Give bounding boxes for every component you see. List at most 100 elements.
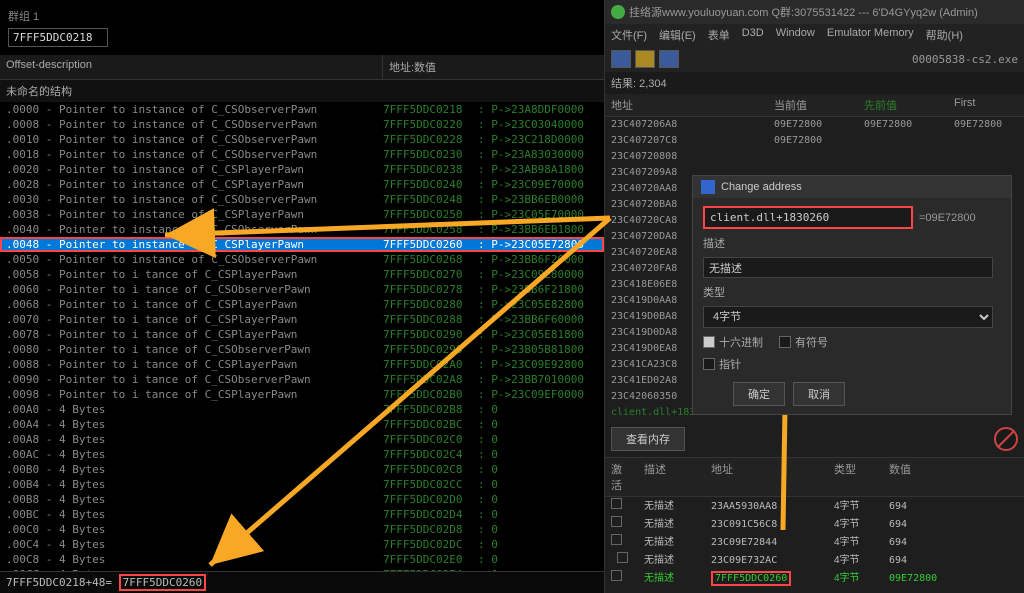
memory-row[interactable]: .0030 - Pointer to instance of C_CSObser… (0, 192, 604, 207)
checkbox-icon[interactable] (611, 516, 622, 527)
memory-row[interactable]: .0040 - Pointer to instance of C_CSObser… (0, 222, 604, 237)
memory-row[interactable]: .00B4 - 4 Bytes7FFF5DDC02CC: 0 (0, 477, 604, 492)
memory-row[interactable]: .0098 - Pointer to i tance of C_CSPlayer… (0, 387, 604, 402)
memory-row[interactable]: .00C8 - 4 Bytes7FFF5DDC02E0: 0 (0, 552, 604, 567)
memory-row[interactable]: .0000 - Pointer to instance of C_CSObser… (0, 102, 604, 117)
result-count: 结果: 2,304 (605, 72, 1024, 94)
header-addrval[interactable]: 地址:数值 (383, 55, 604, 79)
memory-row[interactable]: .00A0 - 4 Bytes7FFF5DDC02B8: 0 (0, 402, 604, 417)
bth-addr[interactable]: 地址 (705, 458, 828, 496)
scan-result-row[interactable]: 23C407207C809E72800 (605, 133, 1024, 149)
memory-list[interactable]: .0000 - Pointer to instance of C_CSObser… (0, 102, 604, 571)
memory-row[interactable]: .0008 - Pointer to instance of C_CSObser… (0, 117, 604, 132)
memory-row[interactable]: .0090 - Pointer to i tance of C_CSObserv… (0, 372, 604, 387)
app-icon (611, 5, 625, 19)
memory-row[interactable]: .00C4 - 4 Bytes7FFF5DDC02DC: 0 (0, 537, 604, 552)
cancel-button[interactable]: 取消 (793, 382, 845, 406)
memory-row[interactable]: .00B8 - 4 Bytes7FFF5DDC02D0: 0 (0, 492, 604, 507)
toolbar: 00005838-cs2.exe (605, 46, 1024, 72)
memory-row[interactable]: .0078 - Pointer to i tance of C_CSPlayer… (0, 327, 604, 342)
scan-result-row[interactable]: 23C40720808 (605, 149, 1024, 165)
memory-row[interactable]: .0058 - Pointer to i tance of C_CSPlayer… (0, 267, 604, 282)
checkbox-icon[interactable] (611, 498, 622, 509)
memory-row[interactable]: .00B0 - 4 Bytes7FFF5DDC02C8: 0 (0, 462, 604, 477)
memory-row[interactable]: .0038 - Pointer to instance of C_CSPlaye… (0, 207, 604, 222)
menu-item[interactable]: 表单 (708, 27, 730, 43)
change-address-dialog: Change address =09E72800 描述 类型 4字节 十六进制 … (692, 175, 1012, 415)
type-select[interactable]: 4字节 (703, 306, 993, 328)
address-list-row[interactable]: 无描述23C09E728444字节694 (605, 533, 1024, 551)
menu-item[interactable]: Window (776, 27, 815, 43)
desc-input[interactable] (703, 257, 993, 278)
dh-prev[interactable]: 先前值 (858, 94, 948, 116)
memory-row[interactable]: .0050 - Pointer to instance of C_CSObser… (0, 252, 604, 267)
memory-row[interactable]: .0028 - Pointer to instance of C_CSPlaye… (0, 177, 604, 192)
menu-bar: 文件(F) 编辑(E) 表单 D3D Window Emulator Memory 帮助(H… (605, 24, 1024, 46)
memory-row[interactable]: .0048 - Pointer to instance of C_CSPlaye… (0, 237, 604, 252)
resolved-address-label: =09E72800 (919, 212, 976, 224)
checkbox-icon[interactable] (611, 534, 622, 545)
monitor-icon[interactable] (611, 50, 631, 68)
memory-row[interactable]: .0018 - Pointer to instance of C_CSObser… (0, 147, 604, 162)
memory-row[interactable]: .0068 - Pointer to i tance of C_CSPlayer… (0, 297, 604, 312)
dh-cur[interactable]: 当前值 (768, 94, 858, 116)
status-value: 7FFF5DDC0260 (119, 574, 206, 591)
title-bar: 挂络源www.youluoyuan.com Q群:3075531422 --- … (605, 0, 1024, 24)
address-list-table: 激活 描述 地址 类型 数值 无描述23AA5930AA84字节694无描述23… (605, 457, 1024, 587)
checkbox-icon[interactable] (611, 570, 622, 581)
dh-addr[interactable]: 地址 (605, 94, 768, 116)
menu-item[interactable]: D3D (742, 27, 764, 43)
desc-label: 描述 (703, 235, 1001, 251)
bth-type[interactable]: 类型 (828, 458, 883, 496)
ok-button[interactable]: 确定 (733, 382, 785, 406)
header-offset[interactable]: Offset-description (0, 55, 383, 79)
bth-desc[interactable]: 描述 (638, 458, 705, 496)
status-bar: 7FFF5DDC0218+48= 7FFF5DDC0260 (0, 571, 604, 593)
memory-row[interactable]: .0020 - Pointer to instance of C_CSPlaye… (0, 162, 604, 177)
memory-row[interactable]: .00BC - 4 Bytes7FFF5DDC02D4: 0 (0, 507, 604, 522)
signed-checkbox[interactable]: 有符号 (779, 334, 828, 350)
address-list-row[interactable]: 无描述7FFF5DDC02604字节09E72800 (605, 569, 1024, 587)
checkbox-icon (703, 336, 715, 348)
struct-label: 未命名的结构 (0, 80, 604, 102)
memory-row[interactable]: .00A4 - 4 Bytes7FFF5DDC02BC: 0 (0, 417, 604, 432)
pointer-checkbox[interactable]: 指针 (703, 356, 1001, 372)
base-address-box[interactable]: 7FFF5DDC0218 (8, 28, 108, 47)
left-panel: 群组 1 7FFF5DDC0218 Offset-description 地址:… (0, 0, 605, 593)
view-memory-button[interactable]: 查看内存 (611, 427, 685, 451)
memory-row[interactable]: .0010 - Pointer to instance of C_CSObser… (0, 132, 604, 147)
address-input[interactable] (703, 206, 913, 229)
memory-row[interactable]: .0088 - Pointer to i tance of C_CSPlayer… (0, 357, 604, 372)
process-name: 00005838-cs2.exe (912, 53, 1018, 66)
memory-row[interactable]: .0070 - Pointer to i tance of C_CSPlayer… (0, 312, 604, 327)
memory-row[interactable]: .0060 - Pointer to i tance of C_CSObserv… (0, 282, 604, 297)
scan-result-row[interactable]: 23C407206A809E7280009E7280009E72800 (605, 117, 1024, 133)
menu-item[interactable]: Emulator Memory (827, 27, 914, 43)
menu-item[interactable]: 帮助(H) (926, 27, 963, 43)
hex-checkbox[interactable]: 十六进制 (703, 334, 763, 350)
address-list-row[interactable]: 无描述23AA5930AA84字节694 (605, 497, 1024, 515)
left-column-headers: Offset-description 地址:数值 (0, 55, 604, 80)
memory-row[interactable]: .00AC - 4 Bytes7FFF5DDC02C4: 0 (0, 447, 604, 462)
address-list-row[interactable]: 无描述23C091C56C84字节694 (605, 515, 1024, 533)
checkbox-icon (703, 358, 715, 370)
address-list-row[interactable]: 无描述23C09E732AC4字节694 (605, 551, 1024, 569)
dialog-title: Change address (721, 181, 802, 193)
menu-item[interactable]: 编辑(E) (659, 27, 696, 43)
memory-row[interactable]: .00A8 - 4 Bytes7FFF5DDC02C0: 0 (0, 432, 604, 447)
memory-row[interactable]: .00C0 - 4 Bytes7FFF5DDC02D8: 0 (0, 522, 604, 537)
disk-icon[interactable] (659, 50, 679, 68)
checkbox-icon[interactable] (617, 552, 628, 563)
title-text: 挂络源www.youluoyuan.com Q群:3075531422 --- … (629, 4, 978, 20)
checkbox-icon (779, 336, 791, 348)
dialog-icon (701, 180, 715, 194)
group-label: 群组 1 (8, 8, 596, 24)
menu-item[interactable]: 文件(F) (611, 27, 647, 43)
memory-row[interactable]: .0080 - Pointer to i tance of C_CSObserv… (0, 342, 604, 357)
bth-val[interactable]: 数值 (883, 458, 1024, 496)
forbidden-icon (994, 427, 1018, 451)
bth-act[interactable]: 激活 (605, 458, 638, 496)
type-label: 类型 (703, 284, 1001, 300)
folder-icon[interactable] (635, 50, 655, 68)
dh-first[interactable]: First (948, 94, 1024, 116)
